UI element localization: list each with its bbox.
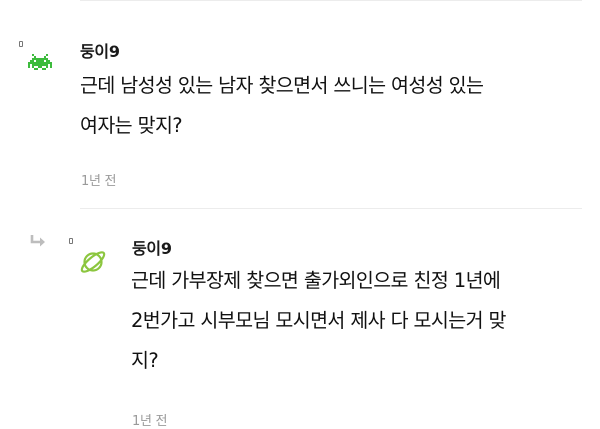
comment-timestamp: 1년 전 [81,174,117,189]
level-badge-icon [69,238,73,244]
comment-body: 근데 남성성 있는 남자 찾으면서 쓰니는 여성성 있는 여자는 맞지? [80,74,484,137]
reply-arrow-icon [30,235,45,247]
level-badge-icon [19,41,23,47]
reply-timestamp: 1년 전 [132,414,168,429]
reply-author[interactable]: 둥이9 [132,235,172,259]
planet-icon[interactable] [77,246,109,278]
comment: 둥이9 근데 남성성 있는 남자 찾으면서 쓰니는 여성성 있는 여자는 맞지?… [0,0,600,208]
comment-author[interactable]: 둥이9 [80,38,120,62]
reply-comment: 둥이9 근데 가부장제 찾으면 출가외인으로 친정 1년에 2번가고 시부모님 … [0,209,600,429]
space-invader-icon[interactable] [25,50,55,80]
reply-body: 근데 가부장제 찾으면 출가외인으로 친정 1년에 2번가고 시부모님 모시면서… [131,269,506,372]
comment-thread: 둥이9 근데 남성성 있는 남자 찾으면서 쓰니는 여성성 있는 여자는 맞지?… [0,0,600,429]
